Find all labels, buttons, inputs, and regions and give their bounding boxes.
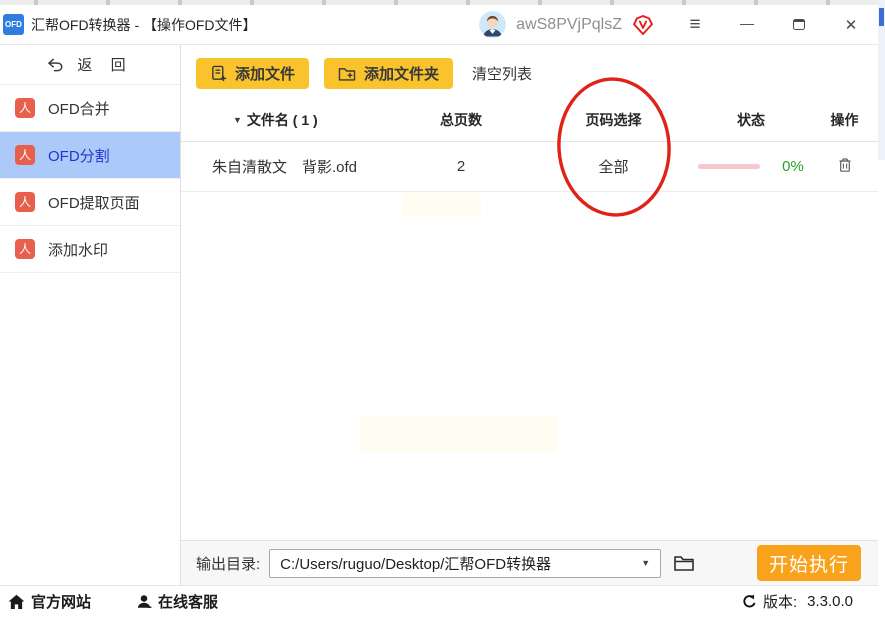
header-filename-label: 文件名 ( 1 ) [246, 111, 318, 128]
sidebar-item-ofd-split[interactable]: 人 OFD分割 [0, 132, 180, 179]
home-icon [8, 594, 25, 609]
table-header: ▼ 文件名 ( 1 ) 总页数 页码选择 状态 操作 [181, 98, 878, 142]
pdf-file-icon: 人 [15, 239, 35, 259]
title-bar: OFD 汇帮OFD转换器 - 【操作OFD文件】 awS8PVjPqlsZ ≡ … [0, 5, 878, 45]
online-service-link[interactable]: 在线客服 [136, 591, 218, 612]
sidebar-item-label: OFD合并 [48, 100, 110, 118]
update-refresh-icon[interactable] [742, 594, 757, 609]
close-icon[interactable]: ✕ [842, 16, 860, 34]
sidebar-item-label: OFD提取页面 [48, 194, 140, 212]
header-total-pages: 总页数 [440, 111, 482, 128]
page-selection-value[interactable]: 全部 [536, 156, 691, 177]
official-website-link[interactable]: 官方网站 [8, 591, 91, 612]
add-folder-icon [338, 67, 356, 81]
add-file-icon [212, 65, 227, 82]
main-panel: 添加文件 添加文件夹 清空列表 ▼ 文件名 ( 1 ) 总页数 页码选择 状态 … [181, 45, 878, 585]
back-button[interactable]: 返 回 [0, 45, 180, 85]
toolbar: 添加文件 添加文件夹 清空列表 [181, 45, 878, 98]
app-window: OFD 汇帮OFD转换器 - 【操作OFD文件】 awS8PVjPqlsZ ≡ … [0, 5, 878, 617]
output-dir-path: C:/Users/ruguo/Desktop/汇帮OFD转换器 [280, 555, 552, 573]
minimize-icon[interactable]: — [738, 15, 756, 34]
browse-folder-button[interactable] [673, 554, 695, 572]
content-area: 返 回 人 OFD合并 人 OFD分割 人 OFD提取页面 人 添加水印 添加文… [0, 45, 878, 585]
version-label: 版本: [762, 594, 798, 611]
action-cell [811, 157, 878, 177]
sidebar-item-ofd-extract-pages[interactable]: 人 OFD提取页面 [0, 179, 180, 226]
table-row: 朱自清散文 背影.ofd 2 全部 0% [181, 142, 878, 192]
app-logo-icon: OFD [3, 14, 24, 35]
start-execute-button[interactable]: 开始执行 [757, 545, 861, 581]
pdf-file-icon: 人 [15, 145, 35, 165]
trash-icon [839, 157, 850, 172]
menu-icon[interactable]: ≡ [686, 14, 704, 35]
pdf-file-icon: 人 [15, 192, 35, 212]
avatar-icon [479, 11, 507, 38]
pdf-file-icon: 人 [15, 98, 35, 118]
version-area: 版本: 3.3.0.0 [742, 591, 853, 612]
folder-icon [674, 556, 694, 571]
user-avatar[interactable] [479, 11, 507, 38]
add-folder-label: 添加文件夹 [364, 66, 440, 83]
output-bar: 输出目录: C:/Users/ruguo/Desktop/汇帮OFD转换器 ▼ … [181, 540, 878, 585]
window-title: 汇帮OFD转换器 - 【操作OFD文件】 [31, 16, 257, 33]
vip-badge-icon[interactable] [632, 14, 654, 36]
sidebar-item-ofd-merge[interactable]: 人 OFD合并 [0, 85, 180, 132]
header-filename[interactable]: ▼ 文件名 ( 1 ) [181, 110, 386, 130]
background-window-icon [879, 8, 884, 26]
add-file-button[interactable]: 添加文件 [196, 58, 310, 89]
footer: 官方网站 在线客服 版本: 3.3.0.0 [0, 585, 878, 617]
progress-percent: 0% [782, 158, 804, 175]
status-cell: 0% [691, 158, 811, 175]
add-file-label: 添加文件 [235, 66, 296, 83]
header-action: 操作 [830, 111, 859, 128]
file-total-pages: 2 [456, 158, 466, 175]
file-name: 朱自清散文 背影.ofd [212, 159, 358, 176]
sidebar: 返 回 人 OFD合并 人 OFD分割 人 OFD提取页面 人 添加水印 [0, 45, 181, 585]
empty-list-area [181, 192, 878, 540]
sidebar-item-label: 添加水印 [48, 241, 109, 259]
delete-button[interactable] [837, 157, 853, 173]
output-dir-label: 输出目录: [196, 555, 261, 573]
official-website-label: 官方网站 [31, 594, 92, 611]
header-status: 状态 [737, 111, 765, 128]
online-service-label: 在线客服 [158, 594, 219, 611]
background-window-sliver-right [878, 0, 885, 160]
username-label[interactable]: awS8PVjPqlsZ [516, 16, 622, 34]
back-label: 返 回 [77, 57, 133, 74]
header-page-selection: 页码选择 [585, 111, 642, 128]
version-value: 3.3.0.0 [807, 593, 853, 610]
clear-list-button[interactable]: 清空列表 [472, 63, 532, 84]
maximize-icon[interactable] [790, 16, 808, 34]
dropdown-caret-icon: ▼ [641, 558, 651, 568]
output-dir-select[interactable]: C:/Users/ruguo/Desktop/汇帮OFD转换器 ▼ [269, 548, 662, 578]
add-folder-button[interactable]: 添加文件夹 [324, 58, 454, 89]
sidebar-item-label: OFD分割 [48, 147, 110, 165]
customer-service-icon [137, 595, 152, 608]
sidebar-item-add-watermark[interactable]: 人 添加水印 [0, 226, 180, 273]
progress-bar [698, 164, 761, 169]
sort-caret-icon: ▼ [233, 114, 242, 125]
window-controls: ≡ — ✕ [686, 14, 860, 35]
back-arrow-icon [48, 58, 63, 71]
